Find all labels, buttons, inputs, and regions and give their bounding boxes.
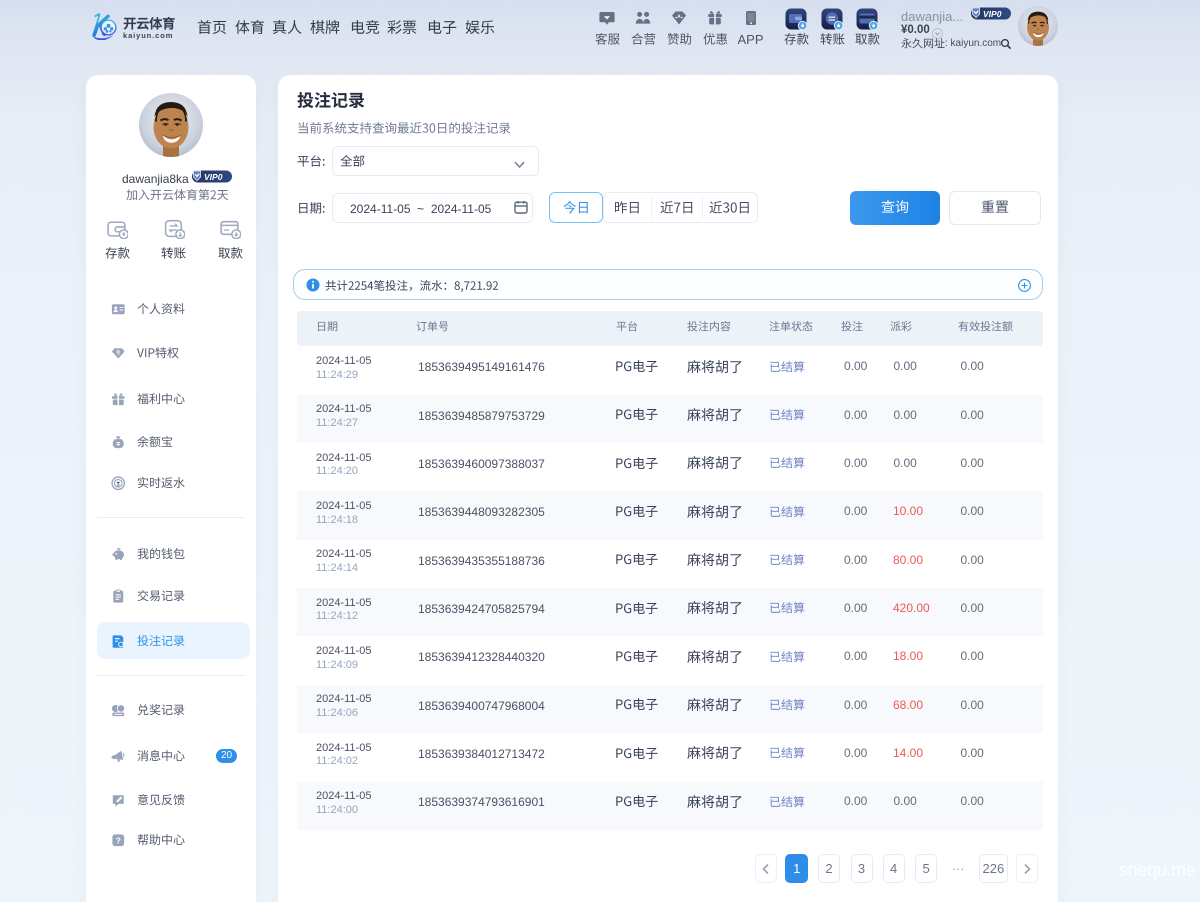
svg-text:?: ?: [115, 836, 120, 846]
svg-text:VIP0: VIP0: [204, 172, 223, 182]
svg-text:VIP0: VIP0: [983, 9, 1002, 19]
